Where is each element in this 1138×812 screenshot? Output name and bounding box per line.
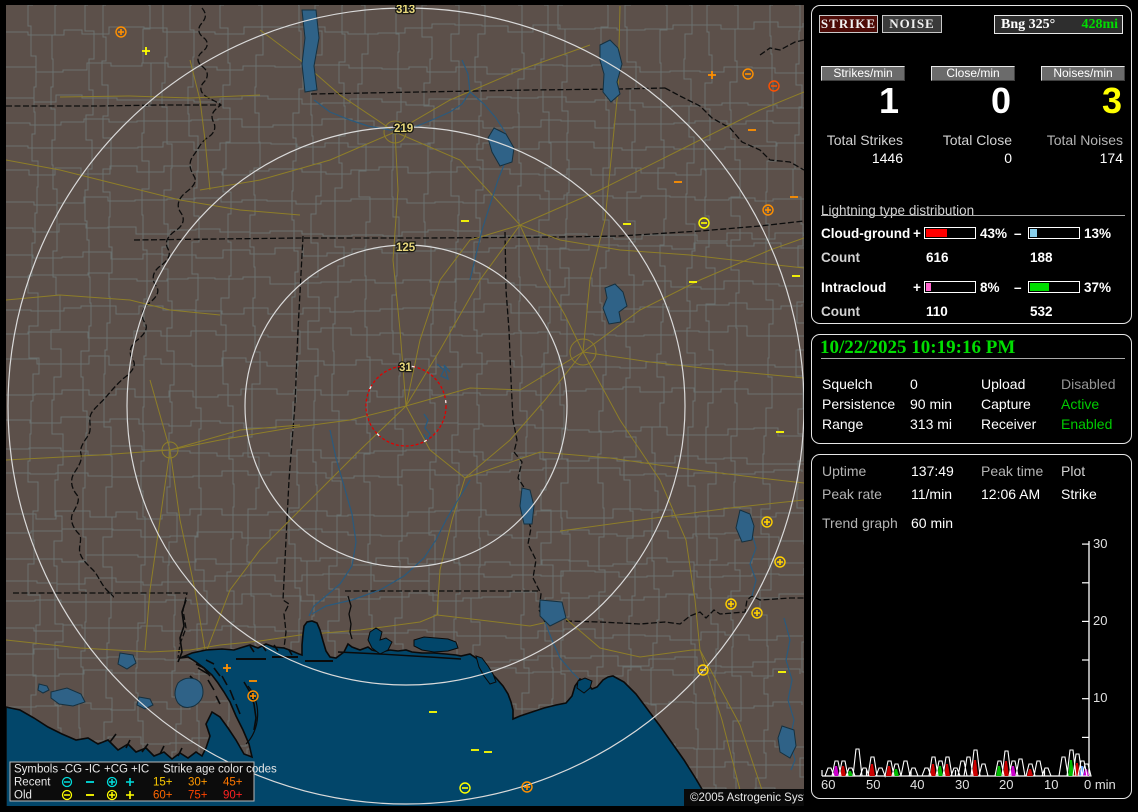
svg-text:50: 50: [866, 777, 880, 792]
svg-text:20: 20: [999, 777, 1013, 792]
svg-text:0 min: 0 min: [1084, 777, 1116, 792]
svg-text:30: 30: [1093, 536, 1107, 551]
svg-text:10: 10: [1044, 777, 1058, 792]
svg-text:20: 20: [1093, 613, 1107, 628]
svg-text:30: 30: [955, 777, 969, 792]
svg-text:60: 60: [821, 777, 835, 792]
svg-text:10: 10: [1093, 690, 1107, 705]
svg-text:40: 40: [910, 777, 924, 792]
